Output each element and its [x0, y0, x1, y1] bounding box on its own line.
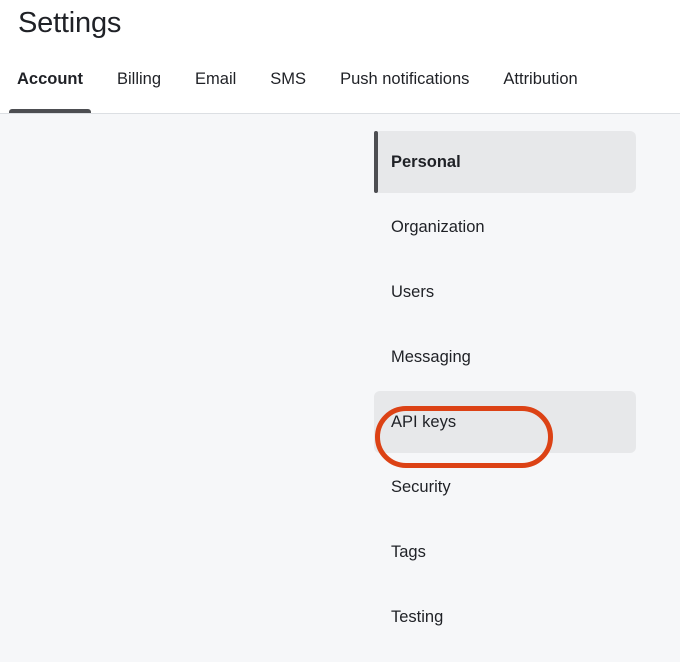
page-title: Settings [18, 5, 121, 41]
tab-label: SMS [270, 68, 306, 90]
sidebar-item-testing[interactable]: Testing [374, 586, 636, 648]
sidebar-item-organization[interactable]: Organization [374, 196, 636, 258]
sidebar-item-security[interactable]: Security [374, 456, 636, 518]
page-header: Settings Account Billing Email SMS Push … [0, 0, 680, 114]
tab-label: Attribution [503, 68, 577, 90]
tab-label: Push notifications [340, 68, 469, 90]
sidebar-item-label: Organization [391, 216, 485, 238]
tab-push-notifications[interactable]: Push notifications [323, 68, 486, 114]
sidebar-item-label: Security [391, 476, 451, 498]
tab-sms[interactable]: SMS [253, 68, 323, 114]
tab-billing[interactable]: Billing [100, 68, 178, 114]
sidebar-item-label: Tags [391, 541, 426, 563]
sidebar-item-label: Personal [391, 151, 461, 173]
settings-nav-list: Personal Organization Users Messaging AP… [374, 131, 636, 651]
tab-email[interactable]: Email [178, 68, 253, 114]
sidebar-item-api-keys[interactable]: API keys [374, 391, 636, 453]
sidebar-item-label: Users [391, 281, 434, 303]
tab-account[interactable]: Account [0, 68, 100, 114]
content-area: Personal Organization Users Messaging AP… [0, 114, 680, 662]
tab-bar: Account Billing Email SMS Push notificat… [0, 68, 680, 114]
sidebar-item-messaging[interactable]: Messaging [374, 326, 636, 388]
left-empty-pane [0, 114, 374, 662]
tab-label: Email [195, 68, 236, 90]
sidebar-item-label: Messaging [391, 346, 471, 368]
tab-label: Account [17, 68, 83, 90]
tab-attribution[interactable]: Attribution [486, 68, 594, 114]
sidebar-item-tags[interactable]: Tags [374, 521, 636, 583]
tab-label: Billing [117, 68, 161, 90]
sidebar-item-users[interactable]: Users [374, 261, 636, 323]
sidebar-item-personal[interactable]: Personal [374, 131, 636, 193]
sidebar-item-label: Testing [391, 606, 443, 628]
sidebar-item-label: API keys [391, 411, 456, 433]
